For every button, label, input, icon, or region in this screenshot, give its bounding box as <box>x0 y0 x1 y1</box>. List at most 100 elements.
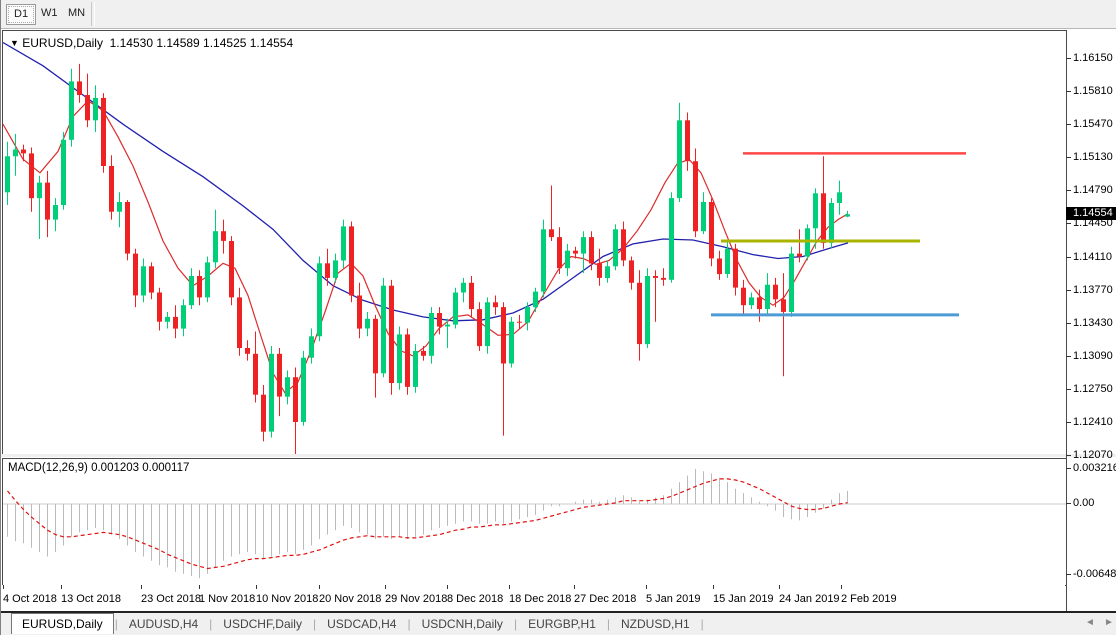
candle-body <box>309 336 314 358</box>
candle-body <box>757 297 762 310</box>
date-tick-mark <box>509 585 510 589</box>
candle-body <box>421 350 426 356</box>
candle-body <box>157 292 162 322</box>
chart-tab-audusd[interactable]: AUDUSD,H4 <box>119 614 208 634</box>
chart-tab-bar: EURUSD,Daily | AUDUSD,H4 | USDCHF,Daily | USDC… <box>1 613 1116 635</box>
price-tick-mark <box>1066 124 1071 125</box>
price-tick-label: 1.12070 <box>1073 449 1113 461</box>
candle-body <box>733 248 738 288</box>
candle-body <box>205 262 210 298</box>
tab-separator: | <box>700 617 704 631</box>
current-price-badge: 1.14554 <box>1066 207 1116 220</box>
price-tick-label: 1.12750 <box>1073 383 1113 395</box>
candle-body <box>485 302 490 347</box>
price-tick-mark <box>1066 190 1071 191</box>
candle-body <box>117 202 122 212</box>
candle-body <box>5 156 10 193</box>
chart-tab-eurusd[interactable]: EURUSD,Daily <box>11 613 114 634</box>
date-tick-mark <box>779 585 780 589</box>
candle-body <box>797 253 802 257</box>
candle-body <box>581 237 586 254</box>
price-tick-label: 1.15810 <box>1073 85 1113 97</box>
candle-body <box>477 309 482 347</box>
chart-dropdown-icon[interactable]: ▼ <box>10 38 19 48</box>
candle-body <box>589 237 594 264</box>
candle-body <box>109 166 114 212</box>
candle-body <box>693 161 698 232</box>
price-tick-mark <box>1066 356 1071 357</box>
candle-body <box>269 353 274 432</box>
candle-body <box>597 263 602 278</box>
candle-body <box>317 263 322 337</box>
candle-body <box>29 153 34 199</box>
price-tick-label: 1.13430 <box>1073 317 1113 329</box>
candle-body <box>13 149 18 157</box>
price-chart-svg[interactable] <box>2 30 1067 455</box>
date-tick-label: 4 Oct 2018 <box>3 593 57 605</box>
candle-body <box>237 297 242 348</box>
candle-body <box>413 350 418 387</box>
timeframe-button-w1[interactable]: W1 <box>34 4 65 23</box>
candle-body <box>261 394 266 432</box>
date-tick-mark <box>3 585 4 589</box>
ma-slow-line <box>3 41 849 322</box>
candle-body <box>637 282 642 345</box>
chart-tab-usdcad[interactable]: USDCAD,H4 <box>317 614 406 634</box>
candle-body <box>741 287 746 306</box>
macd-tick-mark <box>1066 468 1071 469</box>
candle-body <box>37 182 42 199</box>
panel-splitter[interactable] <box>1 454 1116 457</box>
tab-scroll-left-icon[interactable]: ◄ <box>1085 617 1095 628</box>
timeframe-button-mn[interactable]: MN <box>61 4 92 23</box>
candle-body <box>381 285 386 374</box>
candle-body <box>685 120 690 162</box>
price-tick-label: 1.16150 <box>1073 52 1113 64</box>
macd-chart-svg[interactable] <box>2 458 1067 586</box>
timeframe-button-d1[interactable]: D1 <box>6 4 37 25</box>
candle-body <box>85 95 90 121</box>
candle-body <box>781 299 786 312</box>
candle-body <box>149 266 154 293</box>
price-tick-label: 1.13090 <box>1073 350 1113 362</box>
macd-tick-label: 0.00 <box>1073 497 1095 509</box>
chart-tab-usdchf[interactable]: USDCHF,Daily <box>213 614 312 634</box>
date-tick-label: 2 Feb 2019 <box>841 593 897 605</box>
price-tick-mark <box>1066 455 1071 456</box>
candle-body <box>717 258 722 275</box>
candle-body <box>373 318 378 374</box>
candle-body <box>541 229 546 292</box>
tab-scroll-right-icon[interactable]: ► <box>1104 617 1114 628</box>
macd-signal-line <box>7 478 848 570</box>
chart-tab-nzdusd[interactable]: NZDUSD,H1 <box>611 614 700 634</box>
macd-tick-label: 0.003216 <box>1073 462 1116 474</box>
chart-tab-eurgbp[interactable]: EURGBP,H1 <box>518 614 606 634</box>
candle-body <box>189 276 194 306</box>
candle-body <box>141 266 146 296</box>
date-tick-label: 13 Oct 2018 <box>61 593 121 605</box>
chart-ohlc-values: 1.14530 1.14589 1.14525 1.14554 <box>109 36 294 50</box>
candle-body <box>61 139 66 205</box>
date-tick-label: 27 Dec 2018 <box>574 593 637 605</box>
price-tick-label: 1.15470 <box>1073 118 1113 130</box>
chart-tab-usdcnh[interactable]: USDCNH,Daily <box>412 614 513 634</box>
date-tick-label: 1 Nov 2018 <box>199 593 256 605</box>
candle-body <box>525 307 530 323</box>
candle-body <box>517 321 522 323</box>
date-tick-label: 24 Jan 2019 <box>779 593 840 605</box>
candle-body <box>245 348 250 354</box>
candle-body <box>301 357 306 422</box>
candle-body <box>669 198 674 280</box>
candle-body <box>333 260 338 278</box>
macd-values: 0.001203 0.000117 <box>91 462 190 474</box>
price-tick-mark <box>1066 257 1071 258</box>
candle-body <box>45 182 50 220</box>
candle-body <box>213 231 218 263</box>
candle-body <box>549 229 554 238</box>
date-tick-mark <box>841 585 842 589</box>
candle-body <box>557 237 562 269</box>
candle-body <box>389 285 394 383</box>
candle-body <box>677 120 682 199</box>
candle-body <box>749 297 754 306</box>
date-tick-label: 15 Jan 2019 <box>713 593 774 605</box>
date-tick-mark <box>713 585 714 589</box>
